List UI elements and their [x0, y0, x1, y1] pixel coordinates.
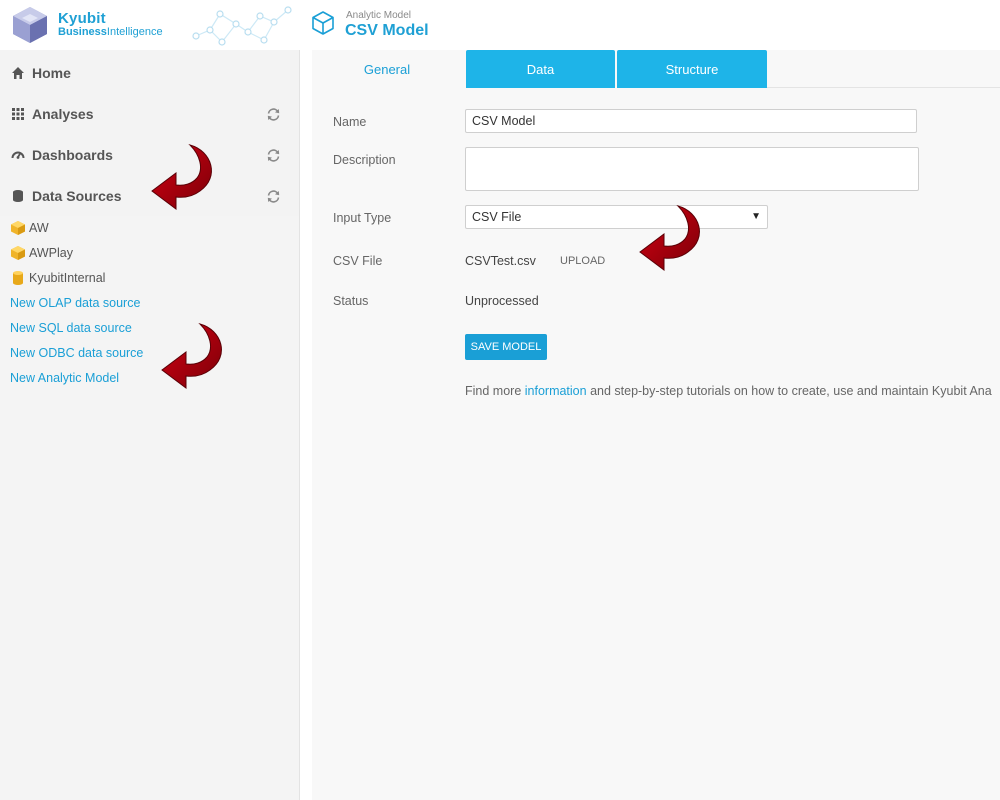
description-textarea[interactable]: [465, 147, 919, 191]
cylinder-icon: [13, 271, 23, 285]
sidebar-item-label: Analyses: [32, 106, 94, 122]
upload-button[interactable]: UPLOAD: [560, 255, 605, 267]
data-source-label: AW: [29, 221, 49, 235]
new-analytic-model-link[interactable]: New Analytic Model: [10, 371, 119, 385]
brand-sub-bold: Business: [58, 26, 107, 38]
dropdown-arrow-icon: ▼: [751, 211, 761, 222]
tab-general[interactable]: General: [312, 50, 462, 88]
brand-subtitle: BusinessIntelligence: [58, 27, 163, 38]
curved-arrow-icon: [151, 144, 212, 210]
sidebar-item-label: Data Sources: [32, 188, 122, 204]
sidebar-item-home[interactable]: Home: [0, 52, 299, 93]
data-source-label: AWPlay: [29, 246, 73, 260]
brand-sub-light: Intelligence: [106, 26, 163, 38]
information-link[interactable]: information: [525, 384, 587, 398]
gauge-icon: [11, 151, 25, 159]
data-source-label: KyubitInternal: [29, 271, 106, 285]
sidebar-item-label: Dashboards: [32, 147, 113, 163]
app-header: Kyubit BusinessIntelligence Analytic Mod…: [0, 0, 1000, 50]
status-value: Unprocessed: [465, 294, 539, 308]
input-type-select[interactable]: CSV File ▼: [465, 205, 768, 229]
refresh-icon[interactable]: [266, 107, 281, 122]
brand-name: Kyubit: [58, 10, 106, 27]
network-decoration-icon: [192, 6, 292, 46]
input-type-label: Input Type: [333, 211, 392, 225]
description-label: Description: [333, 153, 396, 167]
name-label: Name: [333, 115, 367, 129]
status-label: Status: [333, 294, 369, 308]
analytic-model-icon: [312, 11, 334, 35]
new-olap-data-source-link[interactable]: New OLAP data source: [10, 296, 140, 310]
save-model-button[interactable]: SAVE MODEL: [465, 334, 547, 360]
curved-arrow-icon: [639, 205, 700, 271]
tab-divider: [767, 87, 1000, 88]
home-icon: [12, 67, 24, 79]
csv-file-name: CSVTest.csv: [465, 254, 536, 268]
database-icon: [13, 190, 23, 202]
info-prefix: Find more: [465, 384, 525, 398]
info-text: Find more information and step-by-step t…: [465, 384, 992, 398]
refresh-icon[interactable]: [266, 189, 281, 204]
tab-bar: General Data Structure: [312, 50, 1000, 88]
info-suffix: and step-by-step tutorials on how to cre…: [586, 384, 992, 398]
brand: Kyubit BusinessIntelligence: [58, 11, 163, 38]
new-odbc-data-source-link[interactable]: New ODBC data source: [10, 346, 143, 360]
name-input[interactable]: CSV Model: [465, 109, 917, 133]
data-source-item[interactable]: KyubitInternal: [10, 269, 105, 287]
input-type-value: CSV File: [472, 210, 522, 224]
sidebar-item-label: Home: [32, 65, 71, 81]
data-source-item[interactable]: AWPlay: [10, 244, 73, 262]
model-kind-label: Analytic Model: [346, 10, 412, 21]
cube-icon: [11, 246, 25, 260]
data-source-item[interactable]: AW: [10, 219, 49, 237]
new-sql-data-source-link[interactable]: New SQL data source: [10, 321, 132, 335]
tab-data[interactable]: Data: [466, 50, 615, 88]
main-panel: General Data Structure Name CSV Model De…: [312, 50, 1000, 800]
sidebar-item-analyses[interactable]: Analyses: [0, 93, 299, 134]
refresh-icon[interactable]: [266, 148, 281, 163]
grid-icon: [12, 108, 24, 120]
curved-arrow-icon: [161, 323, 222, 389]
cube-icon: [11, 221, 25, 235]
model-name-title: CSV Model: [345, 22, 429, 39]
tab-structure[interactable]: Structure: [617, 50, 767, 88]
csv-file-label: CSV File: [333, 254, 383, 268]
kyubit-logo-icon[interactable]: [10, 5, 50, 45]
